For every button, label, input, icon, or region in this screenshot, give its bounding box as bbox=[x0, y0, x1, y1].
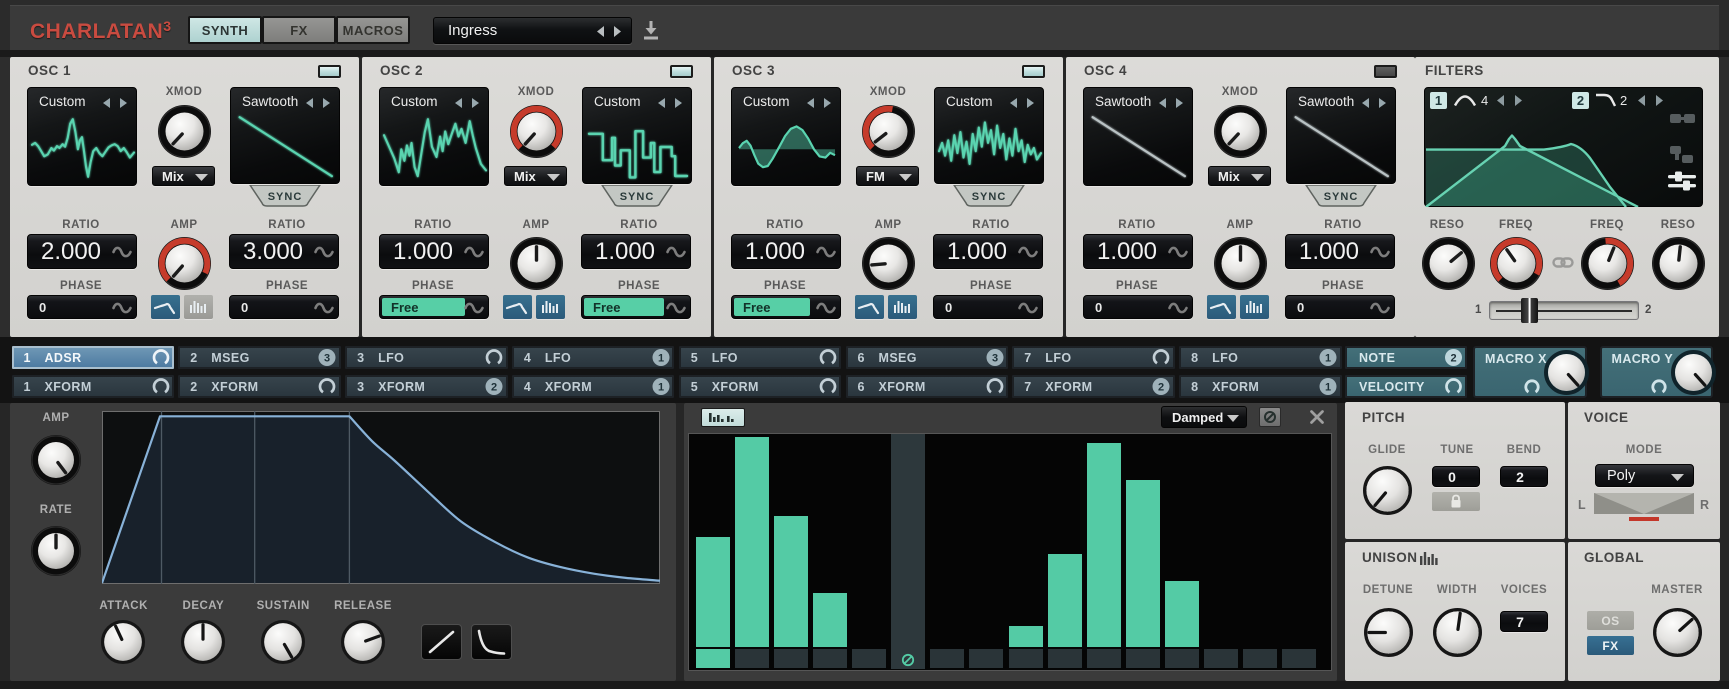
svg-text:1: 1 bbox=[658, 352, 664, 364]
svg-text:1: 1 bbox=[1435, 93, 1442, 108]
svg-text:1: 1 bbox=[1325, 352, 1331, 364]
svg-text:2: 2 bbox=[1158, 381, 1164, 393]
svg-text:SYNC: SYNC bbox=[620, 191, 655, 203]
svg-text:SYNC: SYNC bbox=[268, 191, 303, 203]
svg-text:1: 1 bbox=[1325, 381, 1331, 393]
svg-text:1: 1 bbox=[658, 381, 664, 393]
svg-text:SYNC: SYNC bbox=[972, 191, 1007, 203]
svg-text:3: 3 bbox=[324, 352, 330, 364]
svg-text:2: 2 bbox=[491, 381, 497, 393]
svg-text:2: 2 bbox=[1620, 93, 1627, 108]
svg-text:4: 4 bbox=[1481, 93, 1488, 108]
svg-text:3: 3 bbox=[991, 352, 997, 364]
svg-text:SYNC: SYNC bbox=[1324, 191, 1359, 203]
svg-text:2: 2 bbox=[1577, 93, 1584, 108]
svg-text:2: 2 bbox=[1450, 352, 1456, 364]
